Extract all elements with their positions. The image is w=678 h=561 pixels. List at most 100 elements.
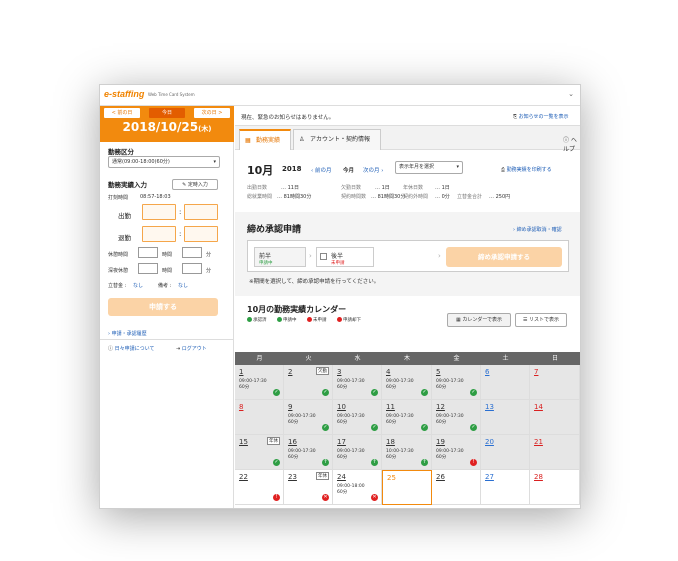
month-select[interactable]: 表示年月を選択 ▾ — [395, 161, 463, 174]
tab-account[interactable]: ♙ アカウント・契約情報 — [293, 129, 381, 150]
list-view-button[interactable]: ☰ リストで表示 — [515, 313, 567, 327]
day-number[interactable]: 27 — [485, 473, 494, 481]
taikin-minute-input[interactable] — [184, 226, 218, 242]
day-number[interactable]: 2 — [288, 368, 292, 376]
current-month[interactable]: 今月 — [343, 166, 354, 174]
day-number[interactable]: 7 — [534, 368, 538, 376]
notice-list-link[interactable]: ⎘ お知らせの一覧を表示 — [513, 113, 569, 120]
calendar-day-cell[interactable]: 21 — [530, 435, 580, 470]
day-number[interactable]: 9 — [288, 403, 292, 411]
calendar-day-cell[interactable]: 7 — [530, 365, 580, 400]
day-number[interactable]: 23 — [288, 473, 297, 481]
teikei-button[interactable]: ✎ 定時入力 — [172, 179, 218, 190]
calendar-day-cell[interactable]: 15 年休 ✓ — [235, 435, 284, 470]
calendar-day-cell[interactable]: 1 09:00-17:30 60分 ✓ — [235, 365, 284, 400]
day-number[interactable]: 3 — [337, 368, 341, 376]
day-number[interactable]: 24 — [337, 473, 346, 481]
print-link[interactable]: ⎙ 勤務実績を印刷する — [501, 166, 552, 173]
day-number[interactable]: 20 — [485, 438, 494, 446]
time-colon: : — [179, 230, 182, 238]
first-half-option[interactable]: 前半 申請中 — [254, 247, 306, 267]
submit-button[interactable]: 申請する — [108, 298, 218, 316]
calendar-day-cell[interactable]: 13 — [481, 400, 530, 435]
about-link[interactable]: ⓘ 日々申請について — [108, 345, 154, 352]
calendar-day-cell[interactable]: 19 09:00-17:30 60分! — [432, 435, 481, 470]
day-number[interactable]: 14 — [534, 403, 543, 411]
prev-day-button[interactable]: < 前の日 — [104, 108, 140, 118]
calendar-day-cell[interactable]: 24 09:00-18:00 60分 ✕ — [333, 470, 382, 505]
day-number[interactable]: 8 — [239, 403, 243, 411]
calendar-day-cell[interactable]: 27 — [481, 470, 530, 505]
shinya-minute-input[interactable] — [182, 263, 202, 274]
shukkin-label: 出勤 — [118, 212, 131, 220]
calendar-day-cell[interactable]: 10 09:00-17:30 60分 ✓ — [333, 400, 382, 435]
calendar-day-cell[interactable]: 4 09:00-17:30 60分 ✓ — [382, 365, 432, 400]
day-number[interactable]: 18 — [386, 438, 395, 446]
approval-cancel-link[interactable]: › 締め承認取消・確認 — [513, 226, 562, 233]
calendar-day-cell[interactable]: 17 09:00-17:30 60分 ↑ — [333, 435, 382, 470]
calendar-day-cell[interactable]: 11 09:00-17:30 60分 ✓ — [382, 400, 432, 435]
calendar-day-cell[interactable]: 3 09:00-17:30 60分 ✓ — [333, 365, 382, 400]
day-number[interactable]: 12 — [436, 403, 445, 411]
day-number[interactable]: 4 — [386, 368, 390, 376]
tatekae-link[interactable]: なし — [133, 282, 143, 289]
second-half-option[interactable]: 後半 未申請 — [316, 247, 374, 267]
day-number[interactable]: 6 — [485, 368, 489, 376]
calendar-day-cell[interactable]: 22! — [235, 470, 284, 505]
day-number[interactable]: 13 — [485, 403, 494, 411]
day-number[interactable]: 5 — [436, 368, 440, 376]
check-icon: ✓ — [322, 424, 329, 431]
arrow-right-icon: › — [438, 252, 441, 260]
approval-submit-button[interactable]: 締め承認申請する — [446, 247, 562, 267]
calendar-day-cell[interactable]: 28 — [530, 470, 580, 505]
history-link[interactable]: › 申請・承認履歴 — [108, 330, 147, 337]
calendar-view-button[interactable]: ▦ カレンダーで表示 — [447, 313, 511, 327]
day-number[interactable]: 1 — [239, 368, 243, 376]
calendar-day-cell[interactable]: 16 09:00-17:30 60分 ↑ — [284, 435, 333, 470]
calendar-day-cell[interactable]: 14 — [530, 400, 580, 435]
chevron-down-icon[interactable]: ⌄ — [568, 90, 574, 98]
shukkin-hour-input[interactable] — [142, 204, 176, 220]
calendar-day-cell[interactable]: 25 — [382, 470, 432, 505]
kyukei-minute-input[interactable] — [182, 247, 202, 258]
calendar-day-cell[interactable]: 20 — [481, 435, 530, 470]
day-number[interactable]: 22 — [239, 473, 248, 481]
shinya-hour-input[interactable] — [138, 263, 158, 274]
day-number[interactable]: 21 — [534, 438, 543, 446]
stat-label: 欠勤日数 — [341, 185, 362, 191]
calendar-day-cell[interactable]: 9 09:00-17:30 60分 ✓ — [284, 400, 333, 435]
break-time: 60分 — [436, 455, 447, 460]
calendar-day-cell[interactable]: 18 10:00-17:30 60分 ↑ — [382, 435, 432, 470]
tab-kinmu-jisseki[interactable]: ▦ 勤務実績 — [239, 129, 291, 150]
day-number[interactable]: 11 — [386, 403, 395, 411]
second-half-checkbox[interactable] — [320, 253, 327, 260]
prev-month-link[interactable]: ‹ 前の月 — [311, 166, 331, 174]
calendar-day-cell[interactable]: 5 09:00-17:30 60分 ✓ — [432, 365, 481, 400]
day-number[interactable]: 15 — [239, 438, 248, 446]
calendar-day-cell[interactable]: 2 欠勤 ✓ — [284, 365, 333, 400]
day-number[interactable]: 10 — [337, 403, 346, 411]
day-number[interactable]: 26 — [436, 473, 445, 481]
calendar-day-cell[interactable]: 26 — [432, 470, 481, 505]
next-month-text: 次の月 — [363, 168, 380, 174]
logout-link[interactable]: ⇥ ログアウト — [176, 345, 207, 352]
day-number[interactable]: 25 — [387, 474, 396, 482]
shukkin-minute-input[interactable] — [184, 204, 218, 220]
kyukei-hour-input[interactable] — [138, 247, 158, 258]
calendar-day-cell[interactable]: 23 年休 ✕ — [284, 470, 333, 505]
taikin-hour-input[interactable] — [142, 226, 176, 242]
stat-value-text: 81時間30分 — [283, 194, 312, 200]
break-time: 60分 — [386, 420, 397, 425]
day-number[interactable]: 19 — [436, 438, 445, 446]
calendar-day-cell[interactable]: 6 — [481, 365, 530, 400]
day-number[interactable]: 16 — [288, 438, 297, 446]
next-day-button[interactable]: 次の日 > — [194, 108, 230, 118]
kinmu-kubun-select[interactable]: 通常(09:00-18:00(60分) ▾ — [108, 156, 220, 168]
day-number[interactable]: 17 — [337, 438, 346, 446]
calendar-day-cell[interactable]: 8 — [235, 400, 284, 435]
next-month-link[interactable]: 次の月 › — [363, 166, 383, 174]
biko-link[interactable]: なし — [178, 282, 188, 289]
day-number[interactable]: 28 — [534, 473, 543, 481]
calendar-day-cell[interactable]: 12 09:00-17:30 60分 ✓ — [432, 400, 481, 435]
today-button[interactable]: 今日 — [149, 108, 185, 118]
